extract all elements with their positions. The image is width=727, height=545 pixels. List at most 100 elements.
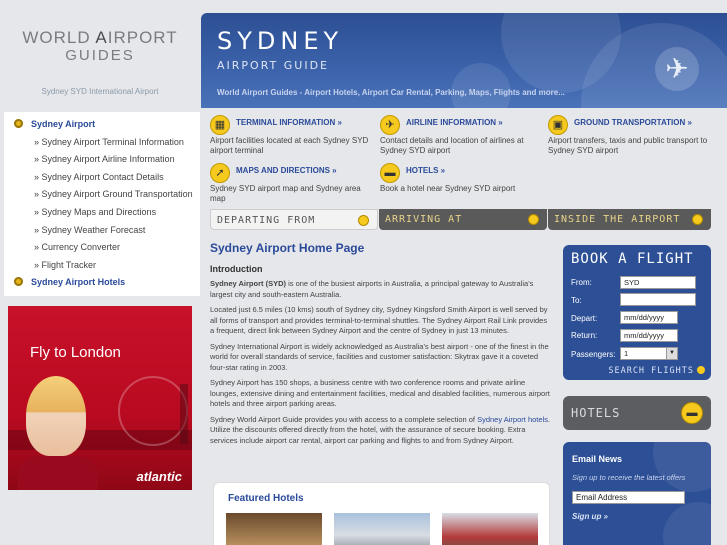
nav-contact-details[interactable]: » Sydney Airport Contact Details bbox=[4, 169, 200, 187]
passengers-label: Passengers: bbox=[571, 350, 616, 359]
nav-airline-information[interactable]: » Sydney Airport Airline Information bbox=[4, 151, 200, 169]
email-news-title: Email News bbox=[572, 454, 623, 464]
sign-up-link[interactable]: Sign up » bbox=[572, 512, 608, 521]
quicklink-desc: Book a hotel near Sydney SYD airport bbox=[380, 184, 516, 193]
airplane-icon: ✈ bbox=[655, 47, 699, 91]
nav-weather-forecast[interactable]: » Sydney Weather Forecast bbox=[4, 222, 200, 240]
airport-tagline: Sydney SYD International Airport bbox=[41, 87, 159, 96]
quicklink-desc: Airport facilities located at each Sydne… bbox=[210, 136, 369, 155]
decor-circle bbox=[653, 442, 711, 492]
passengers-value: 1 bbox=[624, 349, 629, 358]
quicklink-desc: Contact details and location of airlines… bbox=[380, 136, 524, 155]
quick-links: ▦ TERMINAL INFORMATION » Airport facilit… bbox=[210, 115, 727, 207]
content-title: Sydney Airport Home Page bbox=[210, 241, 365, 255]
bullet-icon bbox=[14, 277, 23, 287]
bed-icon: ▬ bbox=[380, 163, 400, 183]
logo-letter-a: A bbox=[95, 28, 108, 47]
email-news-widget: Email News Sign up to receive the latest… bbox=[563, 442, 711, 545]
arrow-circle-icon bbox=[528, 214, 539, 225]
depart-date-field[interactable]: mm/dd/yyyy bbox=[620, 311, 678, 324]
nav-label: Sydney Airport Hotels bbox=[31, 277, 126, 288]
paragraph-text: Sydney World Airport Guide provides you … bbox=[210, 414, 478, 424]
quicklink-title[interactable]: HOTELS » bbox=[406, 166, 445, 175]
book-flight-widget: BOOK A FLIGHT From: SYD To: Depart: mm/d… bbox=[563, 245, 711, 380]
hostess-uniform-graphic bbox=[18, 456, 98, 490]
featured-hotels-title: Featured Hotels bbox=[228, 493, 304, 504]
hotel-photo[interactable] bbox=[334, 513, 430, 545]
email-address-field[interactable]: Email Address bbox=[572, 491, 685, 504]
london-eye-graphic bbox=[118, 376, 188, 446]
featured-hotels: Featured Hotels bbox=[213, 482, 550, 545]
virgin-atlantic-ad[interactable]: Fly to London atlantic bbox=[8, 306, 192, 490]
to-field[interactable] bbox=[620, 293, 696, 306]
logo-word-irport: IRPORT bbox=[107, 28, 178, 47]
nav-label: Sydney Airport bbox=[31, 119, 96, 129]
bus-icon: ▣ bbox=[548, 115, 568, 135]
decor-circle bbox=[663, 502, 711, 545]
page-title: SYDNEY bbox=[217, 27, 344, 55]
hotels-box[interactable]: HOTELS ▬ bbox=[563, 396, 711, 430]
page-header: SYDNEY AIRPORT GUIDE World Airport Guide… bbox=[201, 13, 727, 108]
inside-airport-button[interactable]: INSIDE THE AIRPORT bbox=[548, 209, 711, 230]
hotels-box-title: HOTELS bbox=[571, 406, 621, 420]
departing-from-button[interactable]: DEPARTING FROM bbox=[210, 209, 378, 230]
quicklink-title[interactable]: TERMINAL INFORMATION » bbox=[236, 118, 342, 127]
hotel-photo[interactable] bbox=[442, 513, 538, 545]
quicklink-desc: Airport transfers, taxis and public tran… bbox=[548, 136, 708, 155]
hostess-graphic bbox=[26, 376, 86, 456]
intro-heading: Introduction bbox=[210, 264, 263, 274]
ad-brand-logo: atlantic bbox=[136, 469, 182, 484]
search-flights-button[interactable]: SEARCH FLIGHTS bbox=[608, 366, 705, 376]
to-label: To: bbox=[571, 296, 582, 305]
bar-label: ARRIVING AT bbox=[385, 214, 463, 225]
quicklink-title[interactable]: GROUND TRANSPORTATION » bbox=[574, 118, 692, 127]
logo-word-world: WORLD bbox=[22, 28, 91, 47]
depart-label: Depart: bbox=[571, 314, 598, 323]
quicklink-desc: Sydney SYD airport map and Sydney area m… bbox=[210, 184, 361, 203]
main-content: Sydney Airport Home Page Introduction Sy… bbox=[210, 238, 552, 446]
facilities-paragraph: Sydney Airport has 150 shops, a business… bbox=[210, 378, 550, 408]
transport-paragraph: Located just 6.5 miles (10 kms) south of… bbox=[210, 305, 548, 335]
logo-word-guides: GUIDES bbox=[65, 47, 135, 64]
plane-icon: ✈ bbox=[380, 115, 400, 135]
bar-label: INSIDE THE AIRPORT bbox=[554, 214, 681, 225]
nav-airport-hotels[interactable]: Sydney Airport Hotels bbox=[4, 274, 200, 292]
ad-headline: Fly to London bbox=[30, 344, 121, 361]
intro-paragraph: Sydney Airport (SYD) is one of the busie… bbox=[210, 279, 552, 300]
passengers-select[interactable]: 1 ▼ bbox=[620, 347, 678, 360]
airport-name: Sydney Airport (SYD) bbox=[210, 279, 286, 288]
bed-icon: ▬ bbox=[681, 402, 703, 424]
header-links-line[interactable]: World Airport Guides - Airport Hotels, A… bbox=[217, 88, 565, 97]
from-field[interactable]: SYD bbox=[620, 276, 696, 289]
nav-ground-transportation[interactable]: » Sydney Airport Ground Transportation bbox=[4, 186, 200, 204]
hotel-photo[interactable] bbox=[226, 513, 322, 545]
nav-currency-converter[interactable]: » Currency Converter bbox=[4, 239, 200, 257]
quicklink-title[interactable]: AIRLINE INFORMATION » bbox=[406, 118, 503, 127]
nav-terminal-information[interactable]: » Sydney Airport Terminal Information bbox=[4, 134, 200, 152]
chevron-down-icon[interactable]: ▼ bbox=[666, 348, 677, 359]
rating-paragraph: Sydney International Airport is widely a… bbox=[210, 341, 549, 372]
big-ben-graphic bbox=[180, 384, 188, 444]
arrow-circle-icon bbox=[692, 214, 703, 225]
arrow-circle-icon bbox=[358, 215, 369, 226]
from-label: From: bbox=[571, 278, 592, 287]
compass-icon: ➚ bbox=[210, 163, 230, 183]
left-nav: Sydney Airport » Sydney Airport Terminal… bbox=[4, 112, 200, 296]
arrow-circle-icon bbox=[697, 366, 705, 374]
search-flights-label: SEARCH FLIGHTS bbox=[608, 366, 694, 376]
nav-flight-tracker[interactable]: » Flight Tracker bbox=[4, 257, 200, 275]
email-news-subtitle: Sign up to receive the latest offers bbox=[572, 473, 686, 482]
nav-maps-directions[interactable]: » Sydney Maps and Directions bbox=[4, 204, 200, 222]
return-date-field[interactable]: mm/dd/yyyy bbox=[620, 329, 678, 342]
arriving-at-button[interactable]: ARRIVING AT bbox=[379, 209, 547, 230]
page-subtitle: AIRPORT GUIDE bbox=[217, 59, 330, 72]
decor-circle bbox=[451, 63, 511, 108]
hotels-paragraph: Sydney World Airport Guide provides you … bbox=[210, 415, 552, 447]
quicklink-title[interactable]: MAPS AND DIRECTIONS » bbox=[236, 166, 337, 175]
return-label: Return: bbox=[571, 331, 598, 340]
site-logo[interactable]: WORLD AIRPORT GUIDES bbox=[0, 28, 200, 64]
airport-hotels-link[interactable]: Sydney Airport hotels bbox=[477, 415, 548, 424]
bar-label: DEPARTING FROM bbox=[217, 215, 316, 226]
book-flight-title: BOOK A FLIGHT bbox=[571, 251, 694, 267]
nav-sydney-airport[interactable]: Sydney Airport bbox=[4, 116, 200, 134]
